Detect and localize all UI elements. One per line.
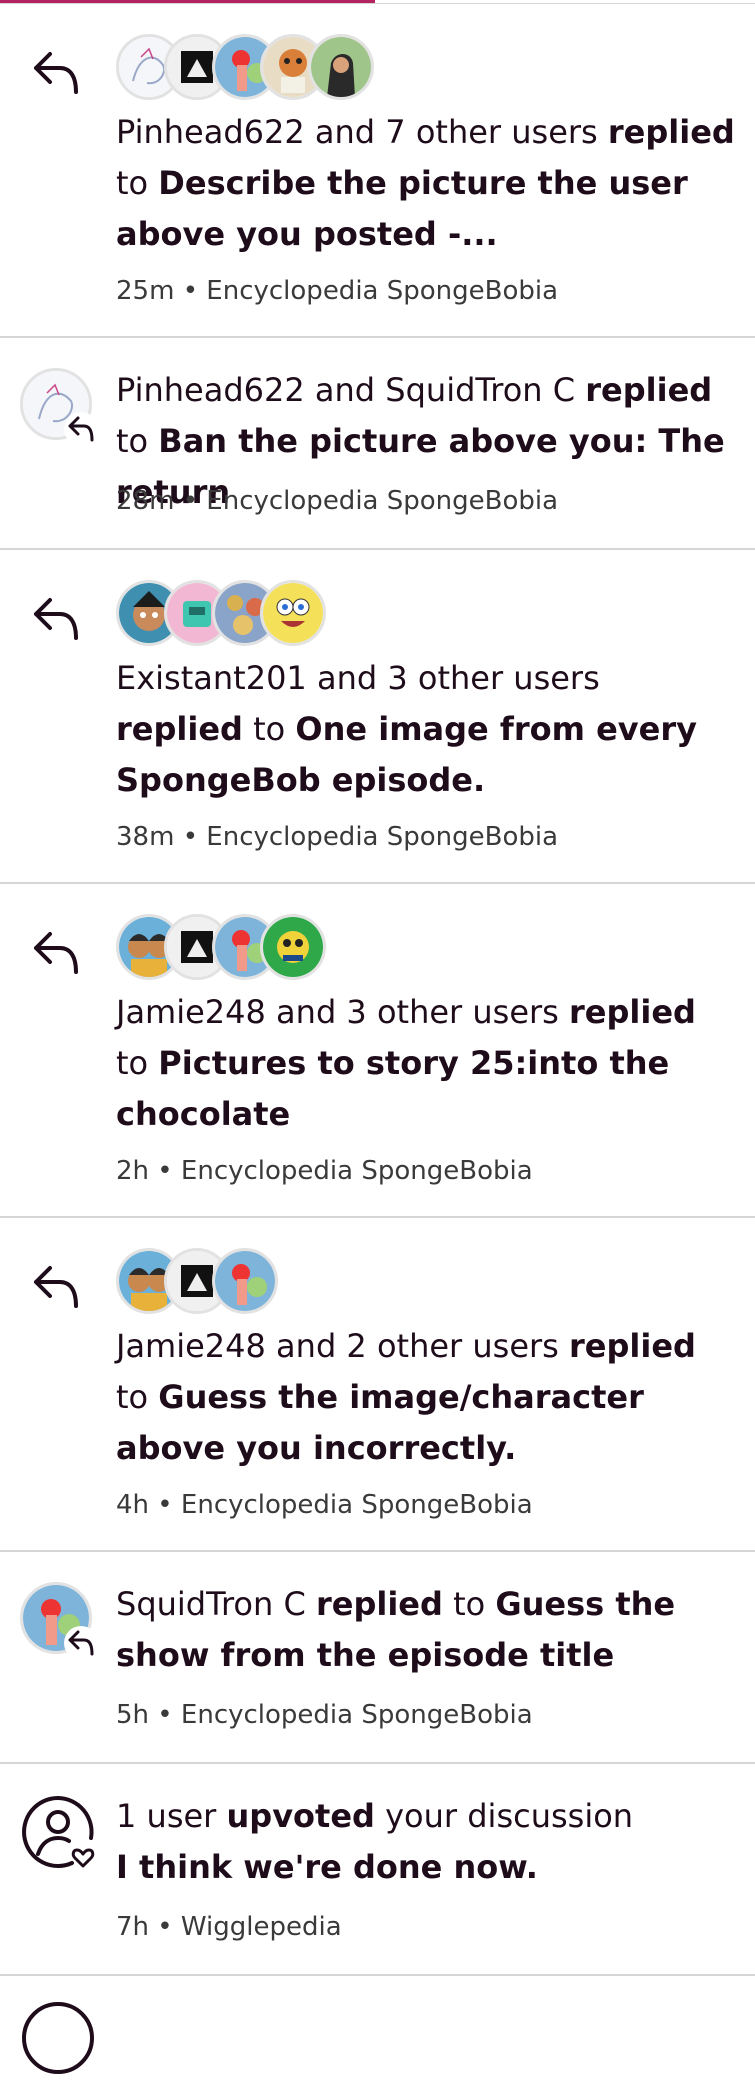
notification-meta: 28m • Encyclopedia SpongeBobia xyxy=(116,486,559,516)
upvote-user-icon xyxy=(20,1794,96,1870)
notification-text: Existant201 and 3 other users replied to… xyxy=(116,659,697,799)
notification-item[interactable] xyxy=(0,1976,755,2076)
avatar xyxy=(260,914,326,980)
notification-meta: 25m • Encyclopedia SpongeBobia xyxy=(116,276,559,306)
thread-title-link[interactable]: Guess the image/character above you inco… xyxy=(116,1378,644,1467)
notification-meta: 7h • Wigglepedia xyxy=(116,1912,342,1942)
reply-icon xyxy=(64,412,98,446)
notification-item[interactable]: Jamie248 and 2 other users replied to Gu… xyxy=(0,1218,755,1552)
notification-meta: 38m • Encyclopedia SpongeBobia xyxy=(116,822,559,852)
thread-title-link[interactable]: Describe the picture the user above you … xyxy=(116,164,688,253)
notification-item[interactable]: SquidTron C replied to Guess the show fr… xyxy=(0,1552,755,1764)
notification-text: Jamie248 and 2 other users replied to Gu… xyxy=(116,1327,696,1467)
avatar xyxy=(20,1582,98,1660)
discussion-title-link[interactable]: I think we're done now. xyxy=(116,1848,538,1886)
notification-meta: 2h • Encyclopedia SpongeBobia xyxy=(116,1156,533,1186)
avatar-stack xyxy=(116,34,374,106)
reply-icon xyxy=(30,592,82,644)
notification-item[interactable]: 1 user upvoted your discussion I think w… xyxy=(0,1764,755,1976)
notification-item[interactable]: Existant201 and 3 other users replied to… xyxy=(0,550,755,884)
reply-icon xyxy=(30,926,82,978)
notification-text: Pinhead622 and 7 other users replied to … xyxy=(116,113,735,253)
user-icon xyxy=(20,2000,96,2076)
notification-text: SquidTron C replied to Guess the show fr… xyxy=(116,1585,676,1674)
thread-title-link[interactable]: Pictures to story 25:into the chocolate xyxy=(116,1044,669,1133)
reply-icon xyxy=(64,1626,98,1660)
avatar-stack xyxy=(116,914,326,986)
avatar-stack xyxy=(116,1248,278,1320)
notification-meta: 4h • Encyclopedia SpongeBobia xyxy=(116,1490,533,1520)
notification-text: 1 user upvoted your discussion I think w… xyxy=(116,1797,634,1886)
notification-feed: Pinhead622 and 7 other users replied to … xyxy=(0,4,755,2076)
avatar-stack xyxy=(116,580,326,652)
reply-icon xyxy=(30,46,82,98)
notification-item[interactable]: Pinhead622 and 7 other users replied to … xyxy=(0,4,755,338)
notification-meta: 5h • Encyclopedia SpongeBobia xyxy=(116,1700,533,1730)
notification-item[interactable]: Jamie248 and 3 other users replied to Pi… xyxy=(0,884,755,1218)
avatar xyxy=(20,368,98,446)
notification-item[interactable]: Pinhead622 and SquidTron C replied to Ba… xyxy=(0,338,755,550)
avatar xyxy=(260,580,326,646)
avatar xyxy=(212,1248,278,1314)
avatar xyxy=(308,34,374,100)
reply-icon xyxy=(30,1260,82,1312)
notification-text: Jamie248 and 3 other users replied to Pi… xyxy=(116,993,696,1133)
